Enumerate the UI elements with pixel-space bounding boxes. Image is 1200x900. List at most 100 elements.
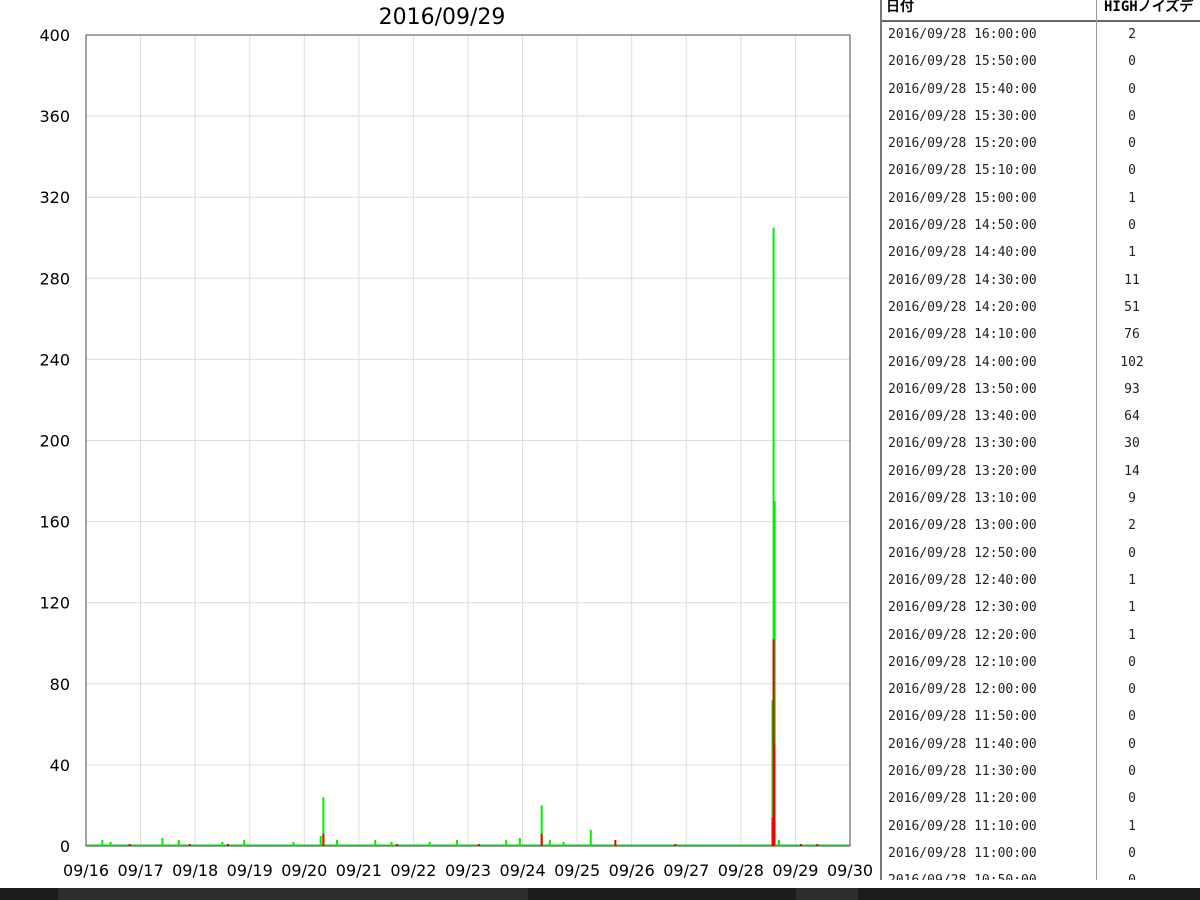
table-row[interactable]: 2016/09/28 13:30:00 30 [882,431,1200,458]
data-table[interactable]: 日付 HIGHノイズデ 2016/09/28 16:00:00 2 2016/09/… [880,0,1200,880]
table-row[interactable]: 2016/09/28 16:00:00 2 [882,22,1200,49]
cell-high-noise: 14 [1124,463,1140,479]
table-row[interactable]: 2016/09/28 11:50:00 0 [882,704,1200,731]
cell-date: 2016/09/28 13:10:00 [888,491,1037,507]
x-tick-label: 09/26 [609,861,655,880]
cell-date: 2016/09/28 13:30:00 [888,436,1037,452]
cell-high-noise: 0 [1128,163,1136,179]
cell-high-noise: 11 [1124,272,1140,288]
x-tick-label: 09/29 [772,861,818,880]
table-row[interactable]: 2016/09/28 12:40:00 1 [882,568,1200,595]
table-row[interactable]: 2016/09/28 14:50:00 0 [882,213,1200,240]
cell-date: 2016/09/28 13:00:00 [888,518,1037,534]
noise-chart: 0 40 80 120 160 200 240 280 320 360 400 09/16 09/17 0… [39,5,873,880]
taskbar [0,888,1200,900]
table-row[interactable]: 2016/09/28 15:50:00 0 [882,49,1200,76]
table-row[interactable]: 2016/09/28 14:40:00 1 [882,240,1200,267]
column-header-date[interactable]: 日付 [886,0,914,16]
taskbar-segment [796,888,858,900]
cell-high-noise: 0 [1128,545,1136,561]
cell-high-noise: 1 [1128,818,1136,834]
cell-high-noise: 9 [1128,491,1136,507]
cell-high-noise: 0 [1128,81,1136,97]
cell-date: 2016/09/28 15:10:00 [888,163,1037,179]
table-row[interactable]: 2016/09/28 15:20:00 0 [882,131,1200,158]
cell-date: 2016/09/28 15:20:00 [888,136,1037,152]
y-tick-label: 200 [39,432,70,451]
cell-high-noise: 0 [1128,54,1136,70]
column-header-high-noise[interactable]: HIGHノイズデ [1104,0,1193,16]
cell-high-noise: 0 [1128,108,1136,124]
table-row[interactable]: 2016/09/28 12:00:00 0 [882,677,1200,704]
cell-date: 2016/09/28 12:20:00 [888,627,1037,643]
table-row[interactable]: 2016/09/28 11:20:00 0 [882,786,1200,813]
table-row[interactable]: 2016/09/28 11:00:00 0 [882,841,1200,868]
table-row[interactable]: 2016/09/28 12:10:00 0 [882,650,1200,677]
cell-high-noise: 0 [1128,654,1136,670]
x-tick-label: 09/28 [718,861,764,880]
table-row[interactable]: 2016/09/28 10:50:00 0 [882,868,1200,880]
cell-date: 2016/09/28 12:30:00 [888,600,1037,616]
table-row[interactable]: 2016/09/28 12:50:00 0 [882,541,1200,568]
table-row[interactable]: 2016/09/28 13:40:00 64 [882,404,1200,431]
cell-date: 2016/09/28 13:20:00 [888,463,1037,479]
cell-high-noise: 0 [1096,873,1168,880]
table-row[interactable]: 2016/09/28 15:10:00 0 [882,158,1200,185]
table-row[interactable]: 2016/09/28 11:40:00 0 [882,732,1200,759]
y-tick-label: 40 [50,756,70,775]
cell-high-noise: 1 [1128,190,1136,206]
cell-date: 2016/09/28 12:40:00 [888,572,1037,588]
cell-high-noise: 102 [1120,354,1144,370]
cell-high-noise: 1 [1128,627,1136,643]
cell-date: 2016/09/28 13:50:00 [888,381,1037,397]
table-row[interactable]: 2016/09/28 14:10:00 76 [882,322,1200,349]
table-row[interactable]: 2016/09/28 12:30:00 1 [882,595,1200,622]
table-row[interactable]: 2016/09/28 14:30:00 11 [882,268,1200,295]
table-row[interactable]: 2016/09/28 13:00:00 2 [882,513,1200,540]
cell-high-noise: 0 [1128,845,1136,861]
cell-high-noise: 0 [1128,764,1136,780]
chart-panel: 0 40 80 120 160 200 240 280 320 360 400 09/16 09/17 0… [0,0,878,888]
column-separator[interactable] [1096,0,1097,22]
cell-high-noise: 0 [1128,682,1136,698]
x-tick-label: 09/21 [336,861,382,880]
chart-title: 2016/09/29 [379,5,506,30]
x-tick-label: 09/18 [172,861,218,880]
x-tick-label: 09/23 [445,861,491,880]
table-row[interactable]: 2016/09/28 15:00:00 1 [882,186,1200,213]
x-tick-label: 09/30 [827,861,873,880]
taskbar-segment [58,888,528,900]
table-row[interactable]: 2016/09/28 15:40:00 0 [882,77,1200,104]
table-row[interactable]: 2016/09/28 13:10:00 9 [882,486,1200,513]
table-row[interactable]: 2016/09/28 11:30:00 0 [882,759,1200,786]
y-tick-label: 280 [39,269,70,288]
cell-high-noise: 1 [1128,245,1136,261]
table-row[interactable]: 2016/09/28 15:30:00 0 [882,104,1200,131]
x-tick-label: 09/20 [281,861,327,880]
x-tick-label: 09/25 [554,861,600,880]
cell-high-noise: 0 [1128,218,1136,234]
cell-date: 2016/09/28 11:00:00 [888,845,1037,861]
cell-date: 2016/09/28 14:10:00 [888,327,1037,343]
cell-date: 2016/09/28 12:50:00 [888,545,1037,561]
cell-high-noise: 2 [1128,27,1136,42]
x-tick-label: 09/27 [663,861,709,880]
cell-high-noise: 93 [1124,381,1140,397]
cell-high-noise: 2 [1128,518,1136,534]
cell-high-noise: 0 [1128,136,1136,152]
cell-date: 2016/09/28 11:20:00 [888,791,1037,807]
cell-high-noise: 0 [1128,709,1136,725]
cell-date: 2016/09/28 15:00:00 [888,190,1037,206]
cell-date: 2016/09/28 11:40:00 [888,736,1037,752]
cell-date: 2016/09/28 11:30:00 [888,764,1037,780]
cell-date: 2016/09/28 14:00:00 [888,354,1037,370]
table-row[interactable]: 2016/09/28 11:10:00 1 [882,814,1200,841]
table-row[interactable]: 2016/09/28 14:20:00 51 [882,295,1200,322]
table-row[interactable]: 2016/09/28 14:00:00 102 [882,350,1200,377]
table-body[interactable]: 2016/09/28 16:00:00 2 2016/09/28 15:50:00 0… [882,22,1200,880]
cell-high-noise: 76 [1124,327,1140,343]
table-row[interactable]: 2016/09/28 13:20:00 14 [882,459,1200,486]
table-row[interactable]: 2016/09/28 12:20:00 1 [882,623,1200,650]
cell-high-noise: 0 [1128,736,1136,752]
table-row[interactable]: 2016/09/28 13:50:00 93 [882,377,1200,404]
